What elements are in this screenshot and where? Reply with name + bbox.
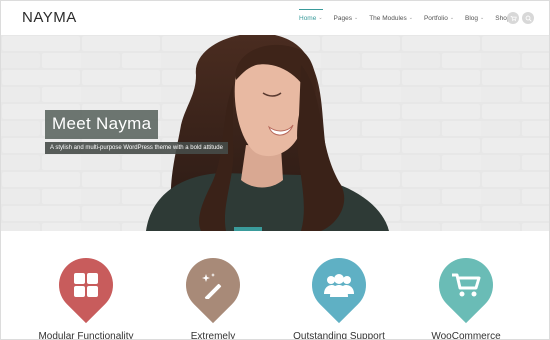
hero-subtitle: A stylish and multi-purpose WordPress th…: [45, 142, 228, 154]
hero-photo-woman: [146, 35, 389, 231]
feature-label: WooCommerce: [431, 331, 501, 340]
feature-icon-badge: [47, 246, 125, 324]
hero-title: Meet Nayma: [45, 110, 159, 139]
nav-item-blog[interactable]: Blog ⌄: [465, 1, 484, 35]
hero-banner: Meet Nayma A stylish and multi-purpose W…: [1, 35, 549, 231]
feature-modular-functionality[interactable]: Modular Functionality: [26, 246, 146, 340]
site-logo[interactable]: NAYMA: [22, 9, 77, 26]
search-icon[interactable]: [522, 12, 534, 24]
page-frame: NAYMA Home ⌄ Pages ⌄ The Modules ⌄ Portfoli…: [0, 0, 550, 340]
nav-item-label: Home: [299, 14, 317, 22]
chevron-down-icon: ⌄: [353, 15, 359, 21]
chevron-down-icon: ⌄: [408, 15, 413, 21]
feature-icon-badge: [300, 246, 378, 324]
cart-icon: [452, 273, 481, 297]
nav-item-the-modules[interactable]: The Modules ⌄: [369, 1, 413, 35]
chevron-down-icon: ⌄: [480, 15, 485, 21]
feature-icon-badge: [427, 246, 505, 324]
nav-item-pages[interactable]: Pages ⌄: [334, 1, 359, 35]
main-nav: Home ⌄ Pages ⌄ The Modules ⌄ Portfolio ⌄ Blo…: [299, 1, 528, 35]
feature-label: Outstanding Support: [293, 331, 385, 340]
feature-outstanding-support[interactable]: Outstanding Support: [279, 246, 399, 340]
nav-item-home[interactable]: Home ⌄: [299, 1, 323, 35]
feature-woocommerce[interactable]: WooCommerce: [406, 246, 526, 340]
cart-icon[interactable]: [507, 12, 519, 24]
feature-extremely[interactable]: Extremely: [153, 246, 273, 340]
grid-icon: [74, 273, 98, 297]
features-section: Modular Functionality Extremely Outstand…: [1, 231, 549, 340]
feature-label: Extremely: [190, 331, 236, 340]
chevron-down-icon: ⌄: [449, 15, 455, 21]
feature-icon-badge: [174, 246, 252, 324]
feature-label: Modular Functionality: [38, 331, 134, 340]
nav-item-portfolio[interactable]: Portfolio ⌄: [424, 1, 454, 35]
users-icon: [324, 274, 354, 297]
nav-item-label: The Modules: [369, 14, 407, 22]
nav-item-label: Blog: [465, 14, 479, 22]
nav-item-label: Pages: [333, 14, 352, 22]
chevron-down-icon: ⌄: [318, 15, 323, 21]
site-header: NAYMA Home ⌄ Pages ⌄ The Modules ⌄ Portfoli…: [1, 1, 549, 35]
magic-wand-icon: [202, 273, 222, 299]
header-icons: [507, 12, 534, 24]
nav-item-label: Portfolio: [423, 14, 448, 22]
